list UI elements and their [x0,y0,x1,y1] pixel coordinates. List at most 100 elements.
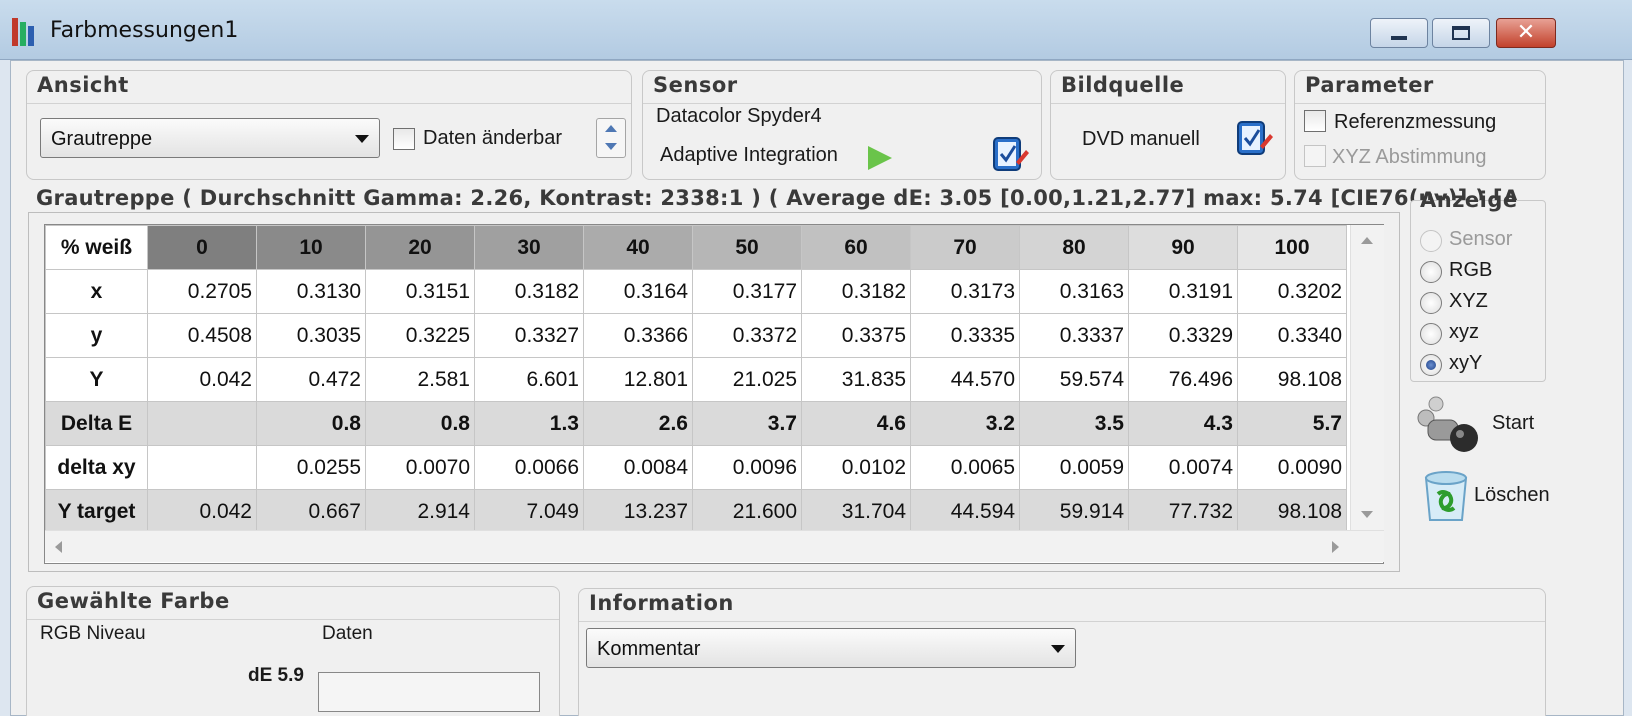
table-cell[interactable]: 44.594 [910,489,1020,534]
scroll-right-icon[interactable] [1332,541,1339,553]
table-cell[interactable]: 0.042 [147,357,257,402]
table-cell[interactable]: 0.0084 [583,445,693,490]
maximize-button[interactable] [1432,18,1490,48]
anzeige-radio[interactable] [1420,261,1442,283]
table-cell[interactable]: 0.3177 [692,269,802,314]
table-cell[interactable]: 0.3335 [910,313,1020,358]
spin-up-icon[interactable] [605,125,617,132]
table-cell[interactable]: 0.0074 [1128,445,1238,490]
table-cell[interactable]: 0.042 [147,489,257,534]
table-cell[interactable]: 0.8 [365,401,475,446]
column-header[interactable]: 90 [1128,225,1238,270]
table-cell[interactable]: 2.914 [365,489,475,534]
table-cell[interactable]: 31.704 [801,489,911,534]
table-cell[interactable]: 0.3191 [1128,269,1238,314]
table-cell[interactable]: 31.835 [801,357,911,402]
daten-grid[interactable] [318,672,540,712]
spin-down-icon[interactable] [605,143,617,150]
measurement-grid[interactable]: % weiß 0 10 20 30 40 50 60 70 80 90 100 x 0.2705 0.3… [44,224,1384,564]
table-cell[interactable]: 3.5 [1019,401,1129,446]
table-cell[interactable]: 3.2 [910,401,1020,446]
table-cell[interactable] [147,445,257,490]
column-header[interactable]: 50 [692,225,802,270]
ansicht-combo[interactable]: Grautreppe [40,118,380,158]
table-cell[interactable]: 4.3 [1128,401,1238,446]
table-cell[interactable]: 2.581 [365,357,475,402]
column-header[interactable]: 30 [474,225,584,270]
table-cell[interactable]: 21.600 [692,489,802,534]
column-header[interactable]: 80 [1019,225,1129,270]
row-header[interactable]: Y [45,357,148,402]
table-cell[interactable]: 44.570 [910,357,1020,402]
table-cell[interactable]: 0.3225 [365,313,475,358]
table-cell[interactable]: 0.3340 [1237,313,1347,358]
anzeige-radio[interactable] [1420,230,1442,252]
table-cell[interactable]: 0.3202 [1237,269,1347,314]
table-cell[interactable]: 98.108 [1237,357,1347,402]
daten-aenderbar-checkbox[interactable] [393,128,415,150]
column-header[interactable]: 10 [256,225,366,270]
table-cell[interactable]: 59.914 [1019,489,1129,534]
table-cell[interactable]: 0.3164 [583,269,693,314]
play-icon[interactable] [868,146,892,170]
row-header[interactable]: x [45,269,148,314]
edit-sensor-icon[interactable] [992,132,1030,174]
table-cell[interactable]: 0.0090 [1237,445,1347,490]
table-cell[interactable]: 12.801 [583,357,693,402]
table-cell[interactable]: 0.3329 [1128,313,1238,358]
anzeige-radio[interactable] [1420,292,1442,314]
information-combo[interactable]: Kommentar [586,628,1076,668]
column-header[interactable]: 100 [1237,225,1347,270]
table-cell[interactable]: 0.0096 [692,445,802,490]
table-cell[interactable]: 76.496 [1128,357,1238,402]
scroll-up-icon[interactable] [1361,237,1373,244]
table-cell[interactable]: 0.0102 [801,445,911,490]
table-cell[interactable]: 6.601 [474,357,584,402]
table-cell[interactable]: 0.3130 [256,269,366,314]
table-cell[interactable]: 2.6 [583,401,693,446]
table-cell[interactable]: 0.2705 [147,269,257,314]
table-cell[interactable]: 0.3182 [801,269,911,314]
table-cell[interactable]: 0.3366 [583,313,693,358]
table-cell[interactable]: 0.3182 [474,269,584,314]
table-cell[interactable]: 0.0065 [910,445,1020,490]
referenzmessung-checkbox[interactable] [1304,110,1326,132]
column-header[interactable]: 40 [583,225,693,270]
table-cell[interactable]: 3.7 [692,401,802,446]
table-cell[interactable]: 0.3375 [801,313,911,358]
table-cell[interactable]: 0.472 [256,357,366,402]
row-header[interactable]: Delta E [45,401,148,446]
table-cell[interactable]: 0.3035 [256,313,366,358]
close-button[interactable]: ✕ [1496,18,1556,48]
xyz-abstimmung-checkbox[interactable] [1304,145,1326,167]
anzeige-radio[interactable] [1420,323,1442,345]
column-header[interactable]: 0 [147,225,257,270]
scroll-left-icon[interactable] [55,541,62,553]
table-cell[interactable]: 0.0070 [365,445,475,490]
table-cell[interactable]: 4.6 [801,401,911,446]
vertical-scrollbar[interactable] [1350,225,1384,530]
table-cell[interactable]: 0.8 [256,401,366,446]
loeschen-icon[interactable] [1418,464,1474,524]
scroll-down-icon[interactable] [1361,511,1373,518]
start-label[interactable]: Start [1492,412,1534,435]
row-header[interactable]: y [45,313,148,358]
table-cell[interactable]: 7.049 [474,489,584,534]
table-cell[interactable]: 0.3163 [1019,269,1129,314]
row-header[interactable]: delta xy [45,445,148,490]
table-cell[interactable]: 0.667 [256,489,366,534]
anzeige-radio[interactable] [1420,354,1442,376]
table-cell[interactable]: 0.3327 [474,313,584,358]
table-cell[interactable]: 0.3173 [910,269,1020,314]
spin-buttons[interactable] [596,118,626,158]
edit-bildquelle-icon[interactable] [1236,116,1274,158]
start-icon[interactable] [1414,394,1480,454]
table-cell[interactable]: 21.025 [692,357,802,402]
table-cell[interactable]: 5.7 [1237,401,1347,446]
loeschen-label[interactable]: Löschen [1474,484,1550,507]
table-cell[interactable]: 0.3337 [1019,313,1129,358]
table-cell[interactable]: 98.108 [1237,489,1347,534]
minimize-button[interactable] [1370,18,1428,48]
table-cell[interactable]: 0.3151 [365,269,475,314]
table-cell[interactable]: 0.4508 [147,313,257,358]
